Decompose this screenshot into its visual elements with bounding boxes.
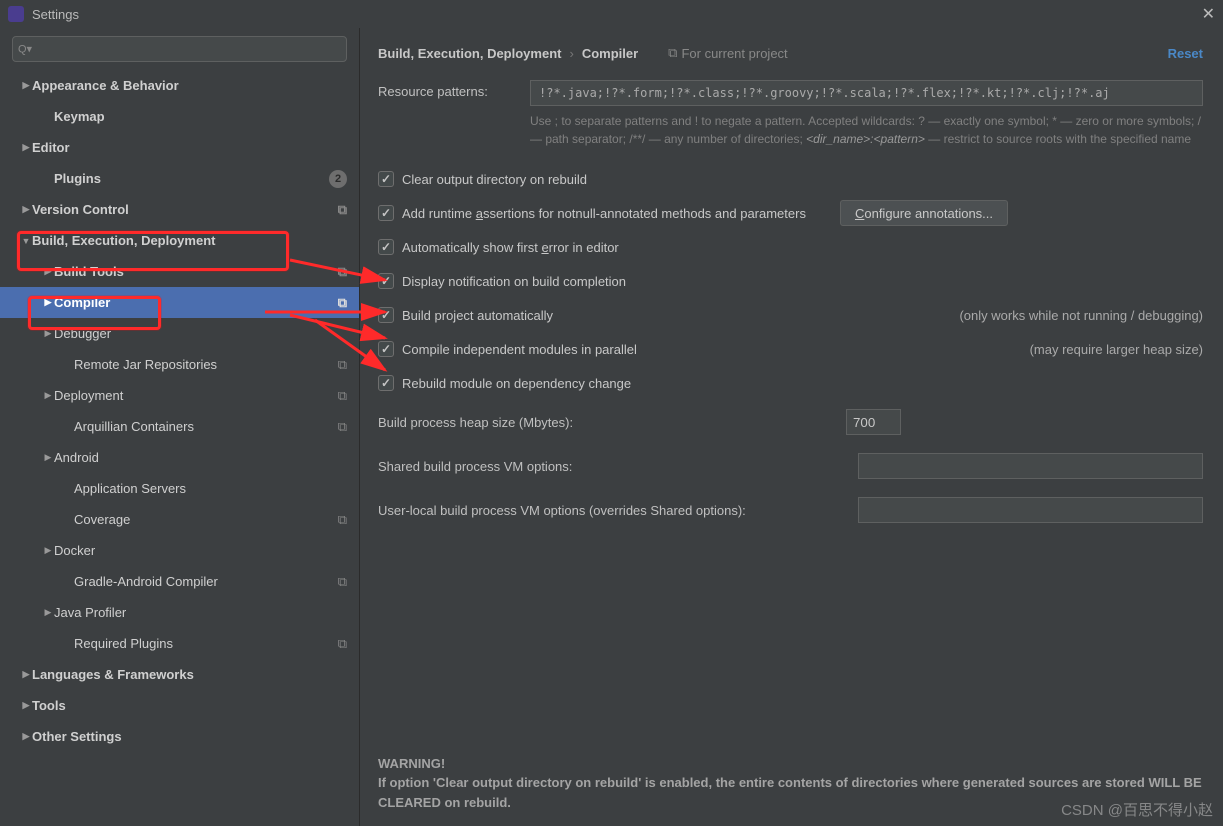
sidebar-item-app-servers[interactable]: Application Servers xyxy=(0,473,359,504)
rebuild-dep-label: Rebuild module on dependency change xyxy=(402,376,631,391)
sidebar-item-languages[interactable]: ▶Languages & Frameworks xyxy=(0,659,359,690)
build-auto-note: (only works while not running / debuggin… xyxy=(959,308,1203,323)
project-scope-icon: ⧉ xyxy=(338,419,347,435)
clear-output-label: Clear output directory on rebuild xyxy=(402,172,587,187)
project-scope-icon: ⧉ xyxy=(338,512,347,528)
sidebar-item-build-exec-deploy[interactable]: ▼Build, Execution, Deployment xyxy=(0,225,359,256)
notif-label: Display notification on build completion xyxy=(402,274,626,289)
auto-error-row: Automatically show first error in editor xyxy=(378,230,1203,264)
sidebar-item-gradle-android[interactable]: Gradle-Android Compiler⧉ xyxy=(0,566,359,597)
breadcrumb-current: Compiler xyxy=(582,46,638,61)
build-auto-checkbox[interactable] xyxy=(378,307,394,323)
sidebar-item-remote-jar[interactable]: Remote Jar Repositories⧉ xyxy=(0,349,359,380)
sidebar-item-version-control[interactable]: ▶Version Control⧉ xyxy=(0,194,359,225)
sidebar-item-arquillian[interactable]: Arquillian Containers⧉ xyxy=(0,411,359,442)
sidebar-item-docker[interactable]: ▶Docker xyxy=(0,535,359,566)
settings-tree: ▶Appearance & Behavior Keymap ▶Editor Pl… xyxy=(0,70,359,826)
configure-annotations-button[interactable]: Configure annotations... xyxy=(840,200,1008,226)
project-scope-icon: ⧉ xyxy=(338,388,347,404)
parallel-row: Compile independent modules in parallel … xyxy=(378,332,1203,366)
for-current-project: ⧉ For current project xyxy=(668,45,788,61)
rebuild-dep-checkbox[interactable] xyxy=(378,375,394,391)
sidebar-item-editor[interactable]: ▶Editor xyxy=(0,132,359,163)
notif-row: Display notification on build completion xyxy=(378,264,1203,298)
build-auto-row: Build project automatically (only works … xyxy=(378,298,1203,332)
sidebar-item-coverage[interactable]: Coverage⧉ xyxy=(0,504,359,535)
titlebar: Settings ✕ xyxy=(0,0,1223,28)
reset-link[interactable]: Reset xyxy=(1168,46,1203,61)
search-input[interactable] xyxy=(12,36,347,62)
sidebar-item-java-profiler[interactable]: ▶Java Profiler xyxy=(0,597,359,628)
notif-checkbox[interactable] xyxy=(378,273,394,289)
shared-vm-input[interactable] xyxy=(858,453,1203,479)
app-icon xyxy=(8,6,24,22)
sidebar: Q▾ ▶Appearance & Behavior Keymap ▶Editor… xyxy=(0,28,360,826)
resource-help: Use ; to separate patterns and ! to nega… xyxy=(530,112,1203,148)
runtime-assert-checkbox[interactable] xyxy=(378,205,394,221)
sidebar-item-keymap[interactable]: Keymap xyxy=(0,101,359,132)
heap-row: Build process heap size (Mbytes): xyxy=(378,400,1203,444)
project-scope-icon: ⧉ xyxy=(338,295,347,311)
project-scope-icon: ⧉ xyxy=(338,202,347,218)
sidebar-item-build-tools[interactable]: ▶Build Tools⧉ xyxy=(0,256,359,287)
close-icon[interactable]: ✕ xyxy=(1202,4,1215,24)
resource-patterns-input[interactable] xyxy=(530,80,1203,106)
user-vm-row: User-local build process VM options (ove… xyxy=(378,488,1203,532)
build-auto-label: Build project automatically xyxy=(402,308,553,323)
shared-vm-row: Shared build process VM options: xyxy=(378,444,1203,488)
clear-output-checkbox[interactable] xyxy=(378,171,394,187)
project-scope-icon: ⧉ xyxy=(338,636,347,652)
breadcrumb-parent[interactable]: Build, Execution, Deployment xyxy=(378,46,561,61)
sidebar-item-required-plugins[interactable]: Required Plugins⧉ xyxy=(0,628,359,659)
plugins-badge: 2 xyxy=(329,170,347,188)
parallel-note: (may require larger heap size) xyxy=(1030,342,1203,357)
search-icon: Q▾ xyxy=(18,43,32,56)
warning-body: If option 'Clear output directory on reb… xyxy=(378,773,1203,812)
resource-patterns-label: Resource patterns: xyxy=(378,80,518,99)
search-wrap: Q▾ xyxy=(0,28,359,70)
sidebar-item-debugger[interactable]: ▶Debugger xyxy=(0,318,359,349)
auto-error-checkbox[interactable] xyxy=(378,239,394,255)
sidebar-item-plugins[interactable]: Plugins2 xyxy=(0,163,359,194)
breadcrumb: Build, Execution, Deployment › Compiler xyxy=(378,46,638,61)
breadcrumb-row: Build, Execution, Deployment › Compiler … xyxy=(378,40,1203,66)
for-project-label: For current project xyxy=(681,46,787,61)
dialog-body: Q▾ ▶Appearance & Behavior Keymap ▶Editor… xyxy=(0,28,1223,826)
user-vm-input[interactable] xyxy=(858,497,1203,523)
parallel-label: Compile independent modules in parallel xyxy=(402,342,637,357)
sidebar-item-deployment[interactable]: ▶Deployment⧉ xyxy=(0,380,359,411)
sidebar-item-android[interactable]: ▶Android xyxy=(0,442,359,473)
clear-output-row: Clear output directory on rebuild xyxy=(378,162,1203,196)
chevron-right-icon: › xyxy=(569,46,573,61)
heap-label: Build process heap size (Mbytes): xyxy=(378,415,573,430)
parallel-checkbox[interactable] xyxy=(378,341,394,357)
auto-error-label: Automatically show first error in editor xyxy=(402,240,619,255)
resource-row: Resource patterns: xyxy=(378,80,1203,106)
rebuild-dep-row: Rebuild module on dependency change xyxy=(378,366,1203,400)
warning-title: WARNING! xyxy=(378,754,1203,774)
user-vm-label: User-local build process VM options (ove… xyxy=(378,503,746,518)
sidebar-item-other-settings[interactable]: ▶Other Settings xyxy=(0,721,359,752)
heap-input[interactable] xyxy=(846,409,901,435)
project-scope-icon: ⧉ xyxy=(338,264,347,280)
shared-vm-label: Shared build process VM options: xyxy=(378,459,572,474)
sidebar-item-compiler[interactable]: ▶Compiler⧉ xyxy=(0,287,359,318)
project-scope-icon: ⧉ xyxy=(338,357,347,373)
sidebar-item-tools[interactable]: ▶Tools xyxy=(0,690,359,721)
runtime-assert-row: Add runtime assertions for notnull-annot… xyxy=(378,196,1203,230)
warning-block: WARNING! If option 'Clear output directo… xyxy=(378,754,1203,817)
runtime-assert-label: Add runtime assertions for notnull-annot… xyxy=(402,206,806,221)
content-pane: Build, Execution, Deployment › Compiler … xyxy=(360,28,1223,826)
window-title: Settings xyxy=(32,7,1202,22)
project-scope-icon: ⧉ xyxy=(338,574,347,590)
sidebar-item-appearance[interactable]: ▶Appearance & Behavior xyxy=(0,70,359,101)
project-scope-icon: ⧉ xyxy=(668,45,677,61)
